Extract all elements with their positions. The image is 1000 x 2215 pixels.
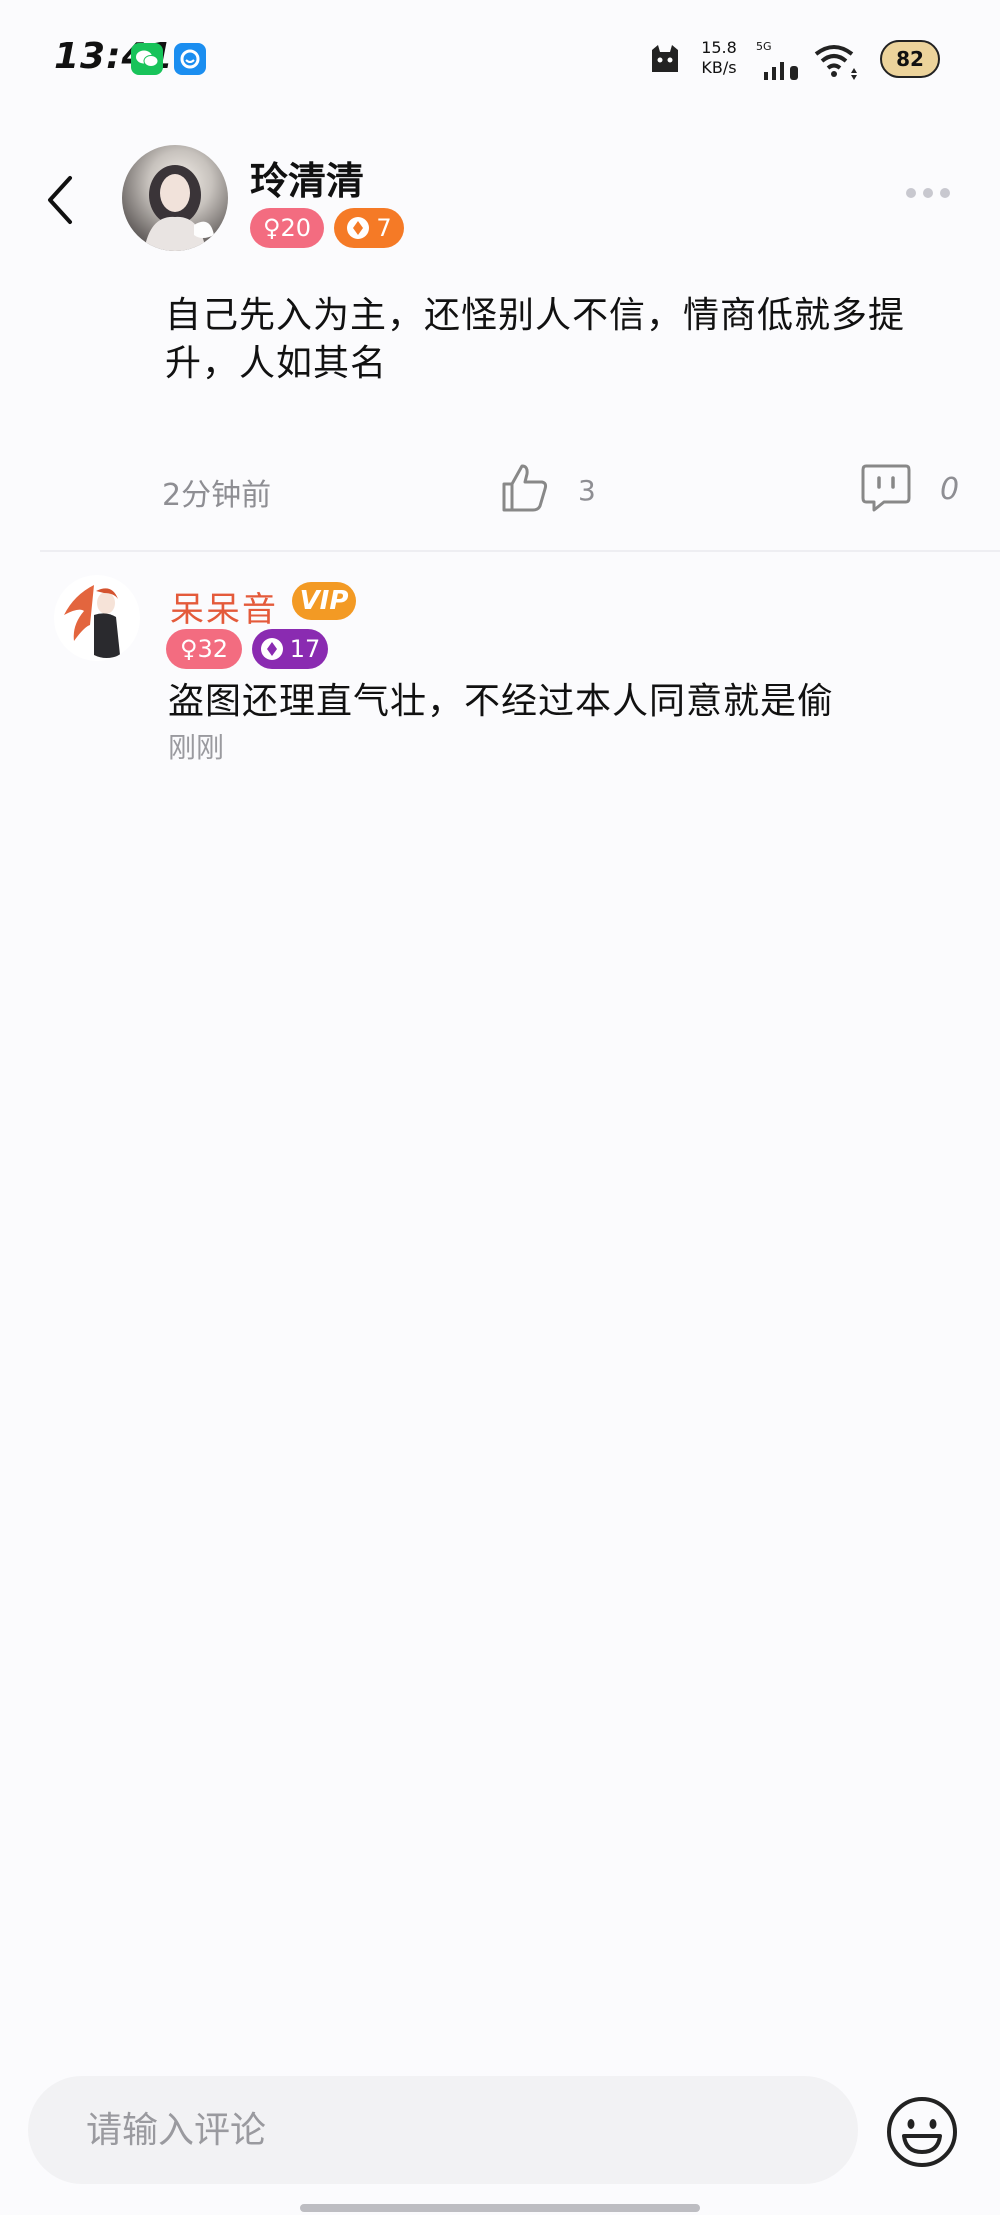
reply-level-value: 17 xyxy=(289,635,321,663)
reply-gender-age-badge: ♀32 xyxy=(166,629,242,669)
author-name[interactable]: 玲清清 xyxy=(250,150,364,205)
thumbs-up-icon[interactable] xyxy=(500,462,550,514)
network-speed-unit: KB/s xyxy=(701,58,737,77)
diamond-icon xyxy=(347,217,370,239)
signal-icon xyxy=(764,62,798,80)
wifi-icon xyxy=(814,45,857,80)
diamond-icon xyxy=(260,638,283,660)
reply-text: 盗图还理直气壮，不经过本人同意就是偷 xyxy=(168,681,835,722)
reply-time: 刚刚 xyxy=(168,731,225,764)
vip-badge: VIP xyxy=(292,582,356,620)
home-indicator[interactable] xyxy=(300,2204,700,2212)
reply-level-badge: 17 xyxy=(252,629,328,669)
post-time: 2分钟前 xyxy=(162,478,272,513)
level-value: 7 xyxy=(376,214,392,242)
smiley-icon xyxy=(887,2097,957,2167)
post-text: 自己先入为主，还怪别人不信，情商低就多提升，人如其名 xyxy=(165,295,906,384)
emoji-button[interactable] xyxy=(884,2094,960,2170)
more-icon[interactable] xyxy=(906,186,950,200)
cat-icon xyxy=(652,45,678,72)
comment-count: 0 xyxy=(940,472,960,507)
gender-age-badge: ♀20 xyxy=(250,208,324,248)
level-badge: 7 xyxy=(334,208,404,248)
comment-input[interactable] xyxy=(28,2076,858,2184)
message-app-icon xyxy=(174,43,206,75)
author-avatar[interactable] xyxy=(122,145,228,251)
reply-avatar[interactable] xyxy=(54,575,140,661)
battery-indicator: 82 xyxy=(880,40,940,78)
network-speed-value: 15.8 xyxy=(701,38,737,57)
reply-author-name[interactable]: 呆呆音 xyxy=(170,582,278,631)
back-icon[interactable] xyxy=(40,170,80,230)
like-count: 3 xyxy=(578,474,596,507)
divider xyxy=(40,550,1000,552)
network-speed: 15.8 KB/s xyxy=(698,38,740,78)
comment-icon[interactable] xyxy=(860,462,912,514)
wechat-icon xyxy=(131,43,163,75)
